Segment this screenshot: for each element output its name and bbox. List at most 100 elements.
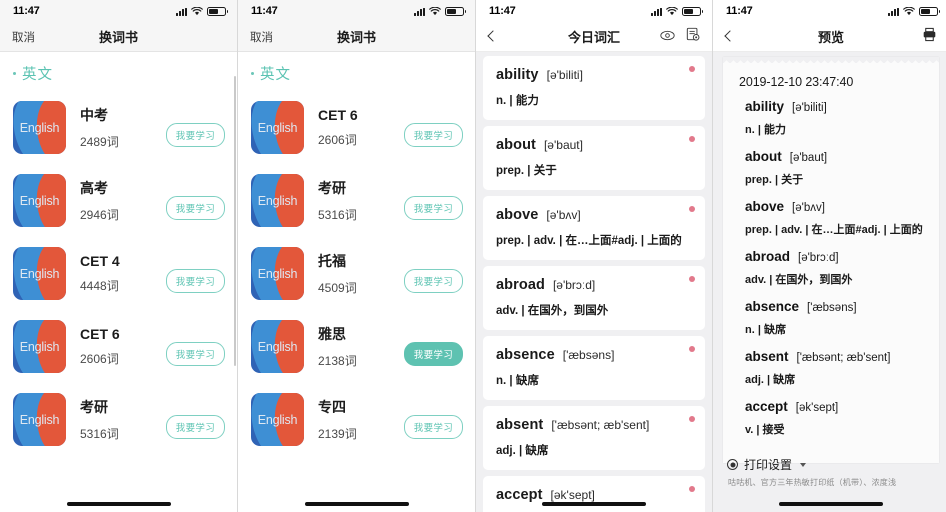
signal-bars-icon bbox=[414, 7, 425, 16]
study-button[interactable]: 我要学习 bbox=[403, 414, 463, 439]
status-dot bbox=[689, 276, 695, 282]
list-item[interactable]: English 中考 2489词 我要学习 bbox=[0, 91, 237, 164]
wifi-icon bbox=[903, 6, 915, 16]
chevron-left-icon[interactable] bbox=[488, 29, 497, 44]
study-button[interactable]: 我要学习 bbox=[165, 414, 225, 439]
bullet-icon bbox=[251, 72, 254, 75]
list-item[interactable]: English 雅思 2138词 我要学习 bbox=[238, 310, 475, 383]
book-word-count: 4509词 bbox=[318, 281, 357, 295]
word-ipa: [ə'bʌv] bbox=[792, 202, 825, 214]
list-item[interactable]: English 考研 5316词 我要学习 bbox=[238, 164, 475, 237]
vocabulary-card-list[interactable]: ability [ə'biliti] n. | 能力 about [ə'baut… bbox=[476, 52, 712, 512]
word-ipa: [ə'biliti] bbox=[792, 102, 827, 114]
word-ipa: [ə'brɔːd] bbox=[552, 278, 596, 292]
word-text: ability bbox=[745, 99, 785, 114]
status-time: 11:47 bbox=[489, 5, 516, 17]
word-definition: adv. | 在国外，到国外 bbox=[496, 305, 609, 317]
cancel-button[interactable]: 取消 bbox=[250, 29, 273, 45]
wordbook-scroll-area[interactable]: 英文 English CET 6 2606词 我要学习 English 考研 5… bbox=[238, 52, 475, 512]
status-dot bbox=[689, 66, 695, 72]
signal-bars-icon bbox=[888, 7, 899, 16]
vocabulary-card[interactable]: absence ['æbsəns] n. | 缺席 bbox=[483, 336, 705, 400]
book-info: 托福 4509词 bbox=[318, 251, 404, 296]
printer-icon[interactable] bbox=[922, 27, 937, 47]
status-bar: 11:47 bbox=[238, 0, 475, 22]
list-item[interactable]: English 托福 4509词 我要学习 bbox=[238, 237, 475, 310]
status-dot bbox=[689, 486, 695, 492]
word-ipa: ['æbsəns] bbox=[562, 348, 615, 362]
vocabulary-card[interactable]: accept [ək'sept] v. | 接受 bbox=[483, 476, 705, 512]
list-item[interactable]: English 专四 2139词 我要学习 bbox=[238, 383, 475, 456]
vocabulary-card[interactable]: abroad [ə'brɔːd] adv. | 在国外，到国外 bbox=[483, 266, 705, 330]
word-text: accept bbox=[496, 487, 543, 503]
list-item[interactable]: English 考研 5316词 我要学习 bbox=[0, 383, 237, 456]
preview-timestamp: 2019-12-10 23:47:40 bbox=[739, 75, 854, 89]
chevron-down-icon[interactable] bbox=[800, 462, 807, 467]
book-title: 中考 bbox=[80, 107, 108, 123]
book-word-count: 2606词 bbox=[318, 133, 357, 147]
wifi-icon bbox=[191, 6, 203, 16]
list-item[interactable]: English CET 6 2606词 我要学习 bbox=[238, 91, 475, 164]
word-text: abroad bbox=[745, 249, 791, 264]
status-icons bbox=[414, 6, 466, 16]
wordbook-scroll-area[interactable]: 英文 English 中考 2489词 我要学习 English 高考 2946… bbox=[0, 52, 237, 512]
study-button[interactable]: 我要学习 bbox=[403, 195, 463, 220]
screen-change-wordbook-1: 11:47 取消 换词书 英文 English 中考 2489词 我要学习 En… bbox=[0, 0, 237, 512]
nav-bar: 取消 换词书 bbox=[238, 22, 475, 52]
book-cover-icon: English bbox=[13, 320, 66, 373]
chevron-left-icon[interactable] bbox=[725, 29, 734, 44]
eye-icon[interactable] bbox=[660, 28, 675, 46]
study-button[interactable]: 我要学习 bbox=[165, 195, 225, 220]
word-text: absence bbox=[496, 347, 555, 363]
print-settings-label: 打印设置 bbox=[744, 458, 793, 472]
document-preview-icon[interactable] bbox=[686, 27, 700, 46]
radio-icon[interactable] bbox=[727, 459, 738, 470]
torn-edge-decoration bbox=[723, 57, 939, 63]
section-header-english: 英文 bbox=[238, 52, 475, 88]
vocabulary-card[interactable]: ability [ə'biliti] n. | 能力 bbox=[483, 56, 705, 120]
list-item[interactable]: English CET 6 2606词 我要学习 bbox=[0, 310, 237, 383]
book-info: 考研 5316词 bbox=[80, 397, 166, 442]
list-item[interactable]: English CET 4 4448词 我要学习 bbox=[0, 237, 237, 310]
cancel-button[interactable]: 取消 bbox=[12, 29, 35, 45]
home-indicator bbox=[66, 502, 171, 506]
study-button[interactable]: 我要学习 bbox=[165, 268, 225, 293]
vocabulary-card[interactable]: about [ə'baut] prep. | 关于 bbox=[483, 126, 705, 190]
home-indicator bbox=[542, 502, 646, 506]
book-info: 高考 2946词 bbox=[80, 178, 166, 223]
page-title: 换词书 bbox=[336, 30, 376, 45]
print-settings-row[interactable]: 打印设置 咕咕机、官方三年热敏打印纸（机带）、浓度浅 bbox=[727, 456, 935, 488]
status-icons bbox=[176, 6, 228, 16]
word-ipa: ['æbsənt; æb'sent] bbox=[551, 418, 650, 432]
battery-icon bbox=[445, 6, 466, 16]
battery-icon bbox=[919, 6, 940, 16]
word-text: above bbox=[745, 199, 785, 214]
screen-change-wordbook-2: 11:47 取消 换词书 英文 English CET 6 2606词 我要学习… bbox=[238, 0, 475, 512]
list-item[interactable]: English 高考 2946词 我要学习 bbox=[0, 164, 237, 237]
study-button[interactable]: 我要学习 bbox=[403, 122, 463, 147]
preview-entry: absent ['æbsənt; æb'sent] adj. | 缺席 bbox=[737, 349, 925, 387]
word-definition: v. | 接受 bbox=[745, 424, 785, 436]
preview-entry: above [ə'bʌv] prep. | adv. | 在…上面#adj. |… bbox=[737, 199, 925, 237]
study-button[interactable]: 我要学习 bbox=[165, 122, 225, 147]
study-button-active[interactable]: 我要学习 bbox=[403, 341, 463, 366]
word-definition: adj. | 缺席 bbox=[745, 374, 796, 386]
preview-entry: abroad [ə'brɔːd] adv. | 在国外，到国外 bbox=[737, 249, 925, 287]
vocabulary-card[interactable]: above [ə'bʌv] prep. | adv. | 在…上面#adj. |… bbox=[483, 196, 705, 260]
book-info: 雅思 2138词 bbox=[318, 324, 404, 369]
book-word-count: 5316词 bbox=[318, 208, 357, 222]
study-button[interactable]: 我要学习 bbox=[165, 341, 225, 366]
print-preview-area[interactable]: 2019-12-10 23:47:40 ability [ə'biliti] n… bbox=[713, 52, 946, 512]
book-info: 中考 2489词 bbox=[80, 105, 166, 150]
vertical-scrollbar[interactable] bbox=[234, 76, 236, 366]
vocabulary-card[interactable]: absent ['æbsənt; æb'sent] adj. | 缺席 bbox=[483, 406, 705, 470]
book-title: 考研 bbox=[318, 180, 346, 196]
book-cover-icon: English bbox=[251, 320, 304, 373]
word-ipa: ['æbsəns] bbox=[807, 302, 857, 314]
word-ipa: [ə'biliti] bbox=[546, 68, 583, 82]
study-button[interactable]: 我要学习 bbox=[403, 268, 463, 293]
book-word-count: 2139词 bbox=[318, 427, 357, 441]
status-icons bbox=[651, 6, 703, 16]
status-dot bbox=[689, 416, 695, 422]
cover-label: English bbox=[19, 339, 60, 354]
